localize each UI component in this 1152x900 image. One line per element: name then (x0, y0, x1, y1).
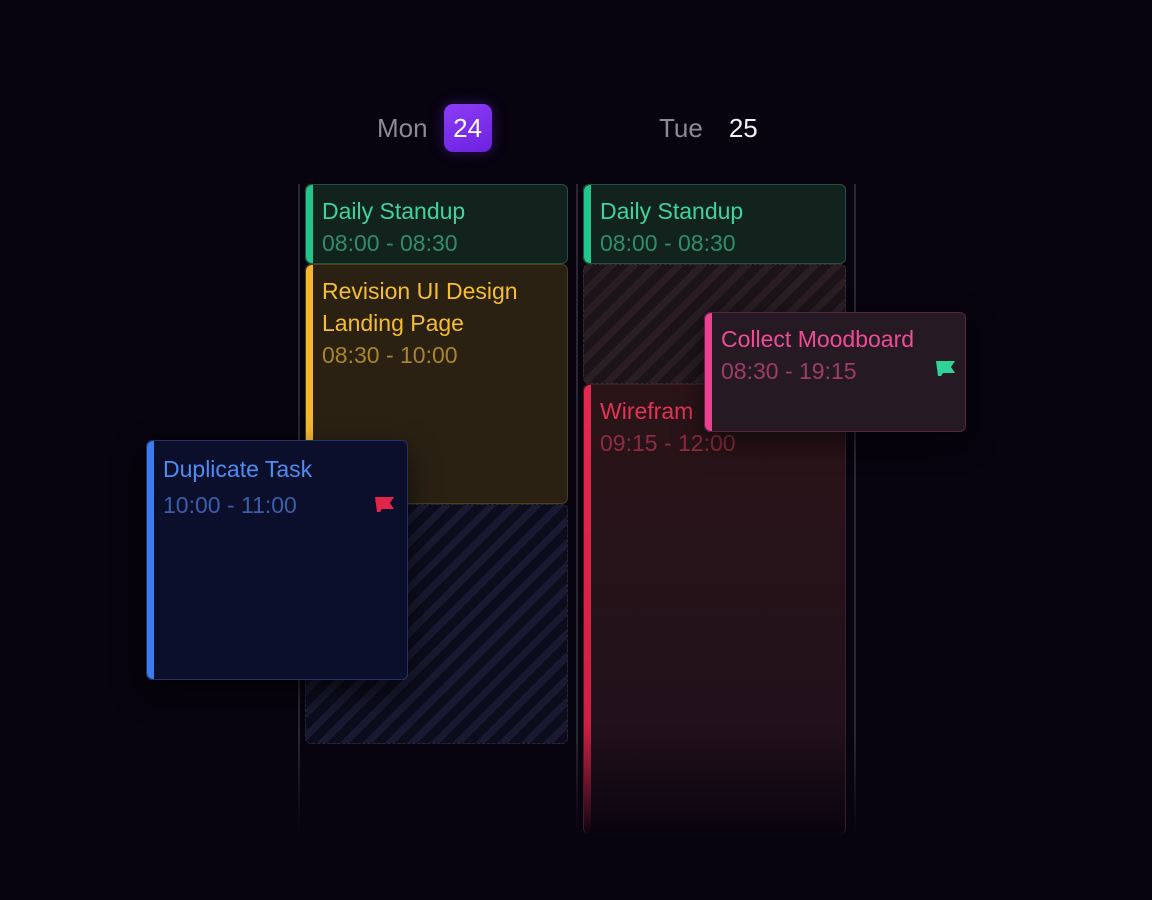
event-collect-moodboard[interactable]: Collect Moodboard 08:30 - 19:15 (704, 312, 966, 432)
day-number-today[interactable]: 24 (443, 104, 492, 152)
event-color-bar (147, 441, 154, 679)
event-color-bar (306, 185, 313, 263)
event-title: Duplicate Task (163, 456, 313, 482)
flag-icon[interactable] (374, 495, 396, 513)
day-header-mon[interactable]: Mon 24 (377, 104, 492, 152)
event-daily-standup-mon[interactable]: Daily Standup 08:00 - 08:30 (305, 184, 568, 264)
flag-icon[interactable] (935, 359, 957, 377)
day-name: Mon (377, 112, 428, 143)
event-wireframe[interactable]: Wirefram 09:15 - 12:00 (583, 384, 846, 834)
day-name: Tue (659, 112, 703, 143)
event-title: Daily Standup (600, 198, 744, 224)
event-duplicate-task[interactable]: Duplicate Task 10:00 - 11:00 (146, 440, 408, 680)
calendar-week-view: Mon 24 Tue 25 Daily Standup 08:00 - 08:3… (0, 0, 1152, 900)
event-color-bar (705, 313, 712, 431)
event-time: 08:00 - 08:30 (600, 230, 736, 256)
event-title-line-2: Landing Page (322, 310, 464, 336)
day-header-tue[interactable]: Tue 25 (659, 104, 758, 152)
event-color-bar (584, 385, 591, 834)
event-title-line-1: Revision UI Design (322, 278, 518, 304)
event-time: 08:00 - 08:30 (322, 230, 458, 256)
event-time: 08:30 - 10:00 (322, 342, 458, 368)
event-title: Collect Moodboard (721, 326, 915, 352)
column-divider (576, 184, 578, 834)
column-divider (854, 184, 856, 834)
event-time: 10:00 - 11:00 (163, 492, 297, 518)
event-color-bar (584, 185, 591, 263)
day-number[interactable]: 25 (729, 113, 758, 144)
event-time: 08:30 - 19:15 (721, 358, 857, 384)
event-daily-standup-tue[interactable]: Daily Standup 08:00 - 08:30 (583, 184, 846, 264)
event-title: Daily Standup (322, 198, 466, 224)
